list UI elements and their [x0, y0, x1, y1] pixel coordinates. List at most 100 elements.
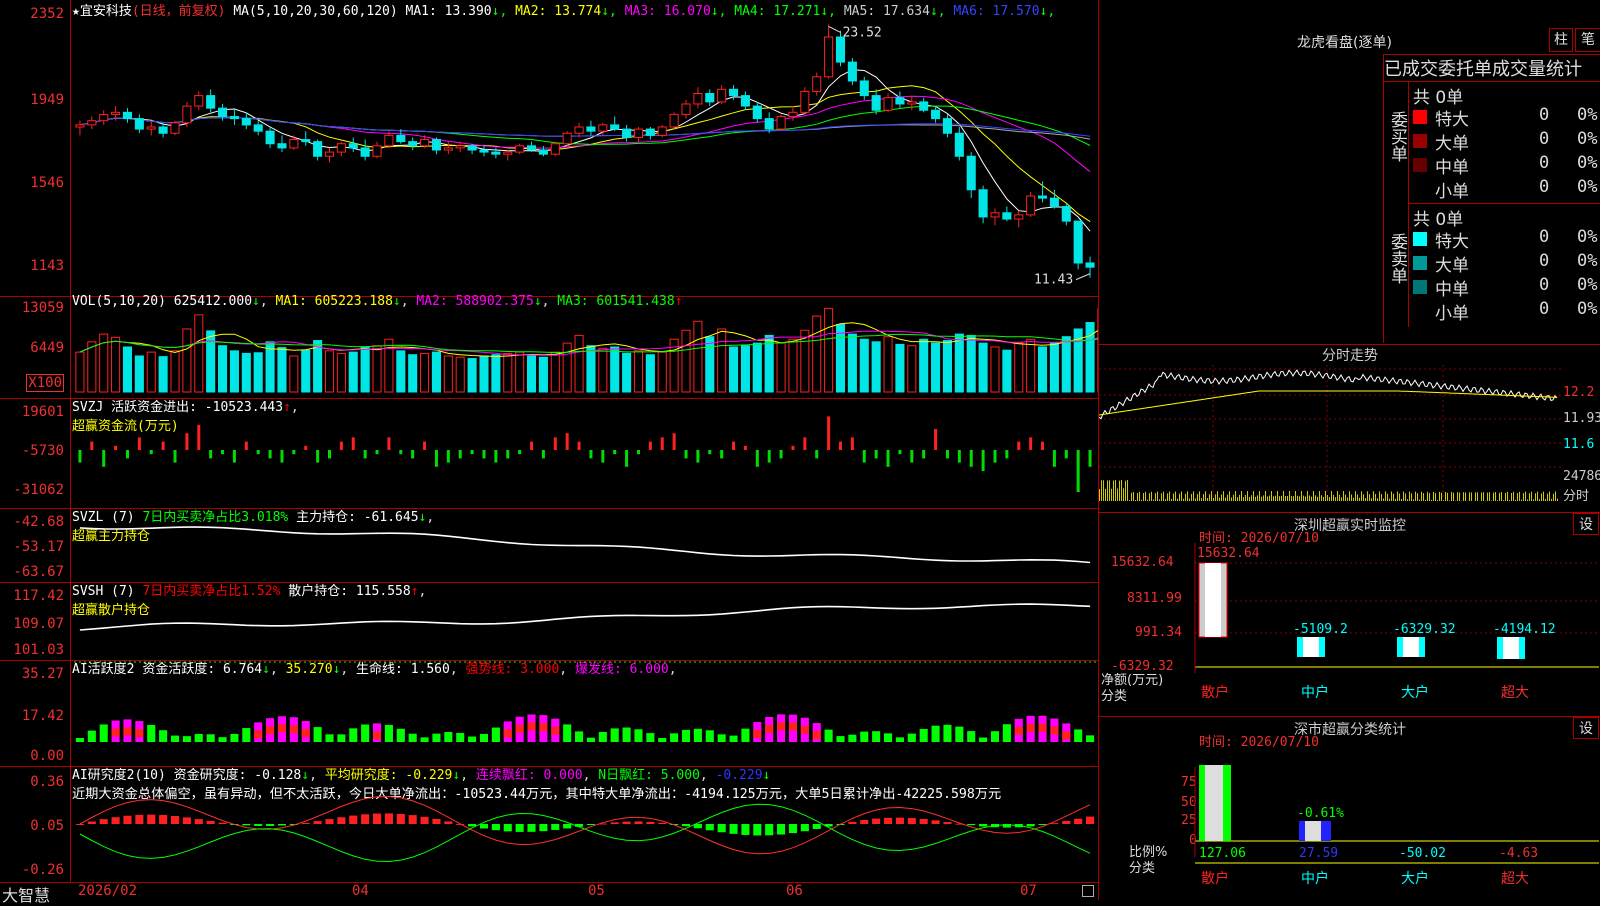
intraday-volume-bar: [1445, 492, 1446, 501]
ai-research-chart[interactable]: [0, 766, 1098, 882]
volume-bar: [516, 352, 524, 392]
fund-flow-bar: [435, 450, 438, 467]
order-row: 特大00%: [1409, 227, 1600, 251]
svsh-chart[interactable]: [0, 582, 1098, 660]
research-bar: [171, 816, 179, 824]
volume-chart[interactable]: [0, 296, 1098, 398]
intraday-volume-bar: [1325, 491, 1326, 501]
research-bar: [504, 824, 512, 831]
fund-flow-bar: [1017, 442, 1020, 450]
intraday-volume-bar: [1139, 492, 1140, 501]
lock-icon[interactable]: [1082, 885, 1094, 897]
volume-bar: [706, 337, 714, 392]
intraday-volume-bar: [1289, 491, 1290, 501]
activity-bar: [397, 729, 405, 742]
color-swatch: [1413, 256, 1427, 270]
brand-logo[interactable]: 大智慧: [2, 882, 50, 906]
intraday-panel[interactable]: 分时走势 12.2 11.93 11.6 24786 分时: [1099, 344, 1600, 513]
research-line: [80, 797, 1090, 854]
intraday-volume-bar: [1541, 493, 1542, 501]
bar-value-label: -5109.2: [1293, 622, 1348, 637]
intraday-chart[interactable]: [1099, 345, 1561, 513]
ai-activity-pane[interactable]: 35.27 17.42 0.00 AI活跃度2 资金活跃度: 6.764↓, 3…: [0, 660, 1098, 767]
research-bar: [254, 824, 262, 826]
candle-pane[interactable]: 2352 1949 1546 1143 ★宜安科技(日线，前复权) MA(5,1…: [0, 0, 1098, 297]
intraday-volume-bar: [1247, 491, 1248, 501]
intraday-volume-bar: [1525, 492, 1526, 501]
candle-up: [516, 146, 524, 152]
row-name: 大单: [1435, 129, 1469, 154]
activity-bar: [825, 730, 833, 742]
research-bar: [242, 824, 250, 825]
intraday-volume-bar: [1515, 500, 1516, 501]
color-swatch: [1413, 232, 1427, 246]
volume-bar: [480, 356, 488, 392]
candle-down: [1003, 213, 1011, 219]
intraday-volume-bar: [1487, 493, 1488, 501]
activity-bar-strong: [504, 729, 512, 737]
intraday-volume-bar: [1297, 496, 1298, 501]
candle-up: [991, 213, 999, 217]
svzj-pane[interactable]: 19601 -5730 -31062 SVZJ 活跃资金进出: -10523.4…: [0, 398, 1098, 509]
fund-flow-bar: [209, 450, 212, 458]
class-bar-chart[interactable]: -0.61%127.0627.59-50.02-4.63散户中户大户超大: [1099, 717, 1600, 901]
volume-bar: [979, 343, 987, 392]
intraday-volume-bar: [1373, 491, 1374, 501]
research-bar: [908, 818, 916, 824]
activity-bar-strong: [302, 729, 310, 737]
fund-flow-bar: [958, 450, 961, 463]
indicator-line: [80, 604, 1090, 630]
research-bar: [646, 822, 654, 824]
volume-bar: [254, 353, 262, 392]
ai-research-pane[interactable]: 0.36 0.05 -0.26 AI研究度2(10) 资金研究度: -0.128…: [0, 766, 1098, 882]
volume-bar: [551, 352, 559, 392]
activity-bar: [1086, 735, 1094, 742]
candle-up: [563, 133, 571, 143]
fund-flow-bar: [554, 437, 557, 450]
intraday-volume-bar: [1397, 491, 1398, 501]
candle-up: [777, 117, 785, 130]
activity-bar: [88, 731, 96, 742]
svzl-pane[interactable]: -42.68 -53.17 -63.67 SVZL (7) 7日内买卖净占比3.…: [0, 508, 1098, 583]
research-bar: [884, 818, 892, 824]
candle-down: [432, 140, 440, 150]
intraday-volume-bar: [1511, 493, 1512, 501]
intraday-volume-bar: [1435, 493, 1436, 501]
ai-activity-chart[interactable]: [0, 660, 1098, 766]
activity-bar: [159, 730, 167, 742]
intraday-volume-bar: [1263, 495, 1264, 501]
class-stat-panel[interactable]: 深市超赢分类统计 设 时间: 2026/07/10 75 50 25 0 比例%…: [1099, 716, 1600, 901]
bar-mode-button[interactable]: 柱: [1549, 28, 1573, 52]
volume-bar: [825, 308, 833, 392]
intraday-volume-bar: [1171, 499, 1172, 501]
activity-bar: [587, 738, 595, 742]
activity-bar-strong: [254, 730, 262, 738]
research-bar: [100, 819, 108, 824]
intraday-volume-bar: [1449, 500, 1450, 501]
sz-monitor-panel[interactable]: 深圳超赢实时监控 设 时间: 2026/07/10 15632.64 8311.…: [1099, 512, 1600, 717]
fund-flow-bar: [257, 450, 260, 454]
svzj-chart[interactable]: [0, 398, 1098, 508]
volume-bar: [991, 347, 999, 392]
activity-bar: [492, 728, 500, 742]
svzl-chart[interactable]: [0, 508, 1098, 582]
candlestick-chart[interactable]: 23.5211.43: [0, 0, 1098, 296]
volume-pane[interactable]: 13059 6449 X100 VOL(5,10,20) 625412.000↓…: [0, 296, 1098, 399]
svsh-pane[interactable]: 117.42 109.07 101.03 SVSH (7) 7日内买卖净占比1.…: [0, 582, 1098, 661]
candle-up: [551, 144, 559, 154]
category-label: 大户: [1401, 684, 1429, 701]
volume-bar: [884, 337, 892, 392]
dragon-title: 龙虎看盘(逐单): [1297, 32, 1392, 52]
intraday-volume-bar: [1383, 499, 1384, 501]
research-bar: [813, 824, 821, 829]
activity-bar: [694, 729, 702, 742]
intraday-volume-bar: [1311, 497, 1312, 501]
x-tick: 05: [588, 883, 605, 899]
sz-bar-chart[interactable]: -5109.2-6329.32-4194.1215632.64散户中户大户超大: [1099, 513, 1600, 717]
bar-value-label: -4.63: [1499, 846, 1538, 861]
fund-flow-bar: [589, 450, 592, 458]
intraday-volume-bar: [1429, 493, 1430, 501]
candle-down: [539, 150, 547, 154]
fund-flow-bar: [280, 450, 283, 463]
tick-mode-button[interactable]: 笔: [1575, 28, 1600, 52]
